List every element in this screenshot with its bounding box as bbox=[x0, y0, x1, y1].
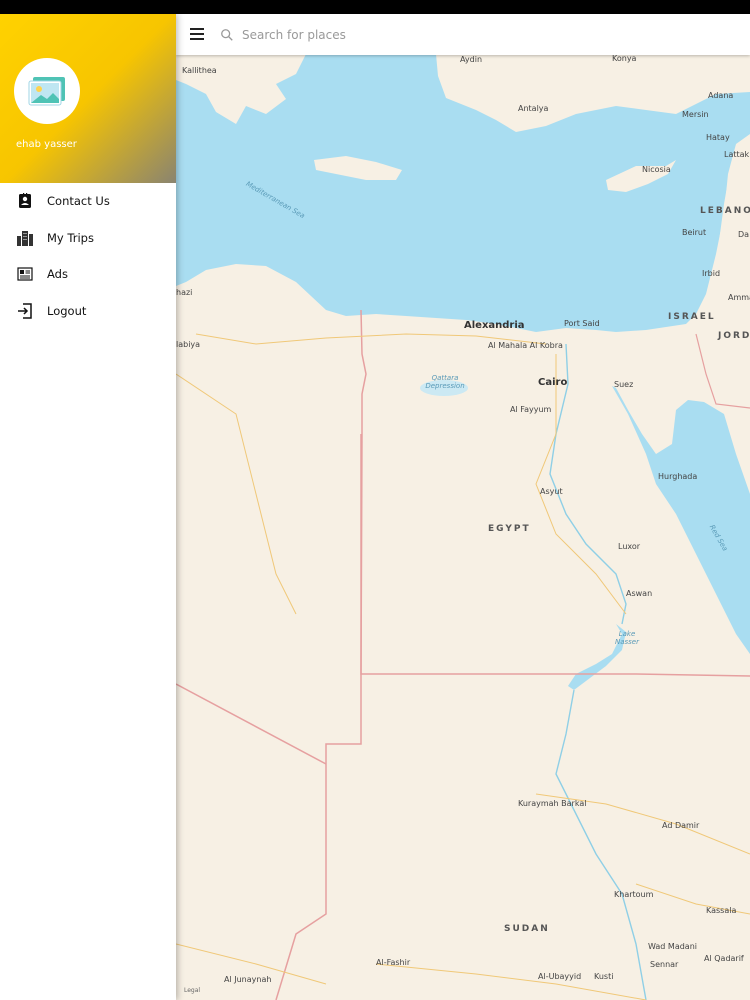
search-icon bbox=[221, 29, 233, 41]
map-label-adana: Adana bbox=[708, 91, 734, 100]
map-label-kuraymah: Kuraymah Barkal bbox=[518, 799, 587, 808]
map-label-lebanon: LEBANON bbox=[700, 206, 750, 216]
status-bar bbox=[0, 0, 750, 14]
map-label-mersin: Mersin bbox=[682, 110, 709, 119]
drawer-menu: Contact Us My Trips Ads Logout bbox=[0, 183, 176, 329]
map-label-konya: Konya bbox=[612, 54, 637, 63]
map-label-al-qadarif: Al Qadarif bbox=[704, 954, 744, 963]
map-legal-link[interactable]: Legal bbox=[184, 987, 200, 994]
map-label-albayda: labiya bbox=[176, 340, 201, 349]
map-label-sennar: Sennar bbox=[650, 960, 679, 969]
map-label-hatay: Hatay bbox=[706, 133, 730, 142]
map-label-aswan: Aswan bbox=[626, 589, 653, 598]
menu-item-my-trips[interactable]: My Trips bbox=[0, 220, 176, 257]
map-label-amman: Amma bbox=[728, 293, 750, 302]
menu-item-logout[interactable]: Logout bbox=[0, 293, 176, 330]
map-canvas bbox=[176, 54, 750, 1000]
map-label-aydin: Aydin bbox=[460, 55, 483, 64]
image-placeholder-icon bbox=[28, 77, 65, 106]
map-label-damascus: Da bbox=[738, 230, 750, 239]
map-label-benghazi: hazi bbox=[176, 288, 193, 297]
map-label-al-fashir: Al-Fashir bbox=[376, 958, 411, 967]
menu-item-label: My Trips bbox=[47, 230, 94, 245]
map-label-kassala: Kassala bbox=[706, 906, 737, 915]
map-label-suez: Suez bbox=[614, 380, 634, 389]
contact-card-icon bbox=[16, 192, 34, 210]
map-label-egypt: EGYPT bbox=[488, 524, 531, 534]
map-label-nicosia: Nicosia bbox=[642, 165, 671, 174]
search-bar bbox=[176, 14, 750, 55]
map-label-beirut: Beirut bbox=[682, 228, 707, 237]
map-label-asyut: Asyut bbox=[540, 487, 563, 496]
navigation-drawer: ehab yasser Contact Us My Trips Ads Logo… bbox=[0, 14, 176, 1000]
map-label-wad-madani: Wad Madani bbox=[648, 942, 697, 951]
map-label-lattakia: Lattak bbox=[724, 150, 750, 159]
map-label-alexandria: Alexandria bbox=[464, 320, 525, 331]
drawer-header: ehab yasser bbox=[0, 14, 176, 183]
map-label-jordan: JORDA bbox=[718, 331, 750, 341]
map-view[interactable]: Kallithea Aydin Konya Adana Antalya Mers… bbox=[176, 14, 750, 1000]
map-label-port-said: Port Said bbox=[564, 319, 600, 328]
map-label-israel: ISRAEL bbox=[668, 312, 716, 322]
map-label-khartoum: Khartoum bbox=[614, 890, 654, 899]
search-field[interactable] bbox=[220, 20, 740, 50]
map-label-luxor: Luxor bbox=[618, 542, 641, 551]
map-label-antalya: Antalya bbox=[518, 104, 549, 113]
menu-icon[interactable] bbox=[190, 26, 208, 44]
newspaper-icon bbox=[16, 265, 34, 283]
map-label-al-mahalla: Al Mahala Al Kobra bbox=[488, 341, 563, 350]
search-input[interactable] bbox=[240, 27, 724, 43]
avatar[interactable] bbox=[14, 58, 80, 124]
menu-item-ads[interactable]: Ads bbox=[0, 256, 176, 293]
map-label-al-fayyum: Al Fayyum bbox=[510, 405, 552, 414]
map-label-ad-damir: Ad Damir bbox=[662, 821, 700, 830]
menu-item-label: Contact Us bbox=[47, 194, 110, 209]
map-label-hurghada: Hurghada bbox=[658, 472, 698, 481]
map-label-sudan: SUDAN bbox=[504, 924, 550, 934]
exit-icon bbox=[16, 302, 34, 320]
map-label-cairo: Cairo bbox=[538, 377, 568, 388]
map-label-kallithea: Kallithea bbox=[182, 66, 217, 75]
map-label-al-junaynah: Al Junaynah bbox=[224, 975, 272, 984]
map-label-qattara: Qattara Depression bbox=[425, 374, 465, 390]
map-label-kusti: Kusti bbox=[594, 972, 614, 981]
city-buildings-icon bbox=[16, 229, 34, 247]
map-label-al-ubayyid: Al-Ubayyid bbox=[538, 972, 582, 981]
menu-item-label: Ads bbox=[47, 267, 68, 282]
menu-item-label: Logout bbox=[47, 303, 87, 318]
map-label-lake-nasser: Lake Nasser bbox=[614, 630, 639, 646]
menu-item-contact-us[interactable]: Contact Us bbox=[0, 183, 176, 220]
map-label-irbid: Irbid bbox=[702, 269, 721, 278]
user-name: ehab yasser bbox=[16, 139, 77, 150]
